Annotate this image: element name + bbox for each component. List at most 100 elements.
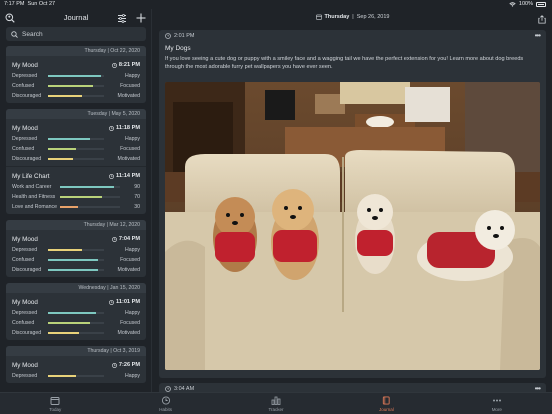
metric-row: Depressed Happy <box>12 372 140 379</box>
clock-icon <box>109 125 114 131</box>
plus-icon <box>136 13 146 23</box>
journal-entry-card[interactable]: 2:01 PM ••• My Dogs If you love seeing a… <box>159 30 546 378</box>
entry-list: Thursday | Oct 22, 2020 My Mood 8:21 PM … <box>6 46 146 389</box>
metric-bar <box>48 94 82 97</box>
journal-day-card[interactable]: Thursday | Mar 12, 2020 My Mood 7:04 PM … <box>6 220 146 277</box>
mood-entry[interactable]: My Mood 7:04 PM Depressed Happy Confused F… <box>6 230 146 277</box>
entry-detail-pane: Thursday | Sep 26, 2019 2:01 PM ••• My Dog… <box>153 9 552 397</box>
wifi-icon <box>509 1 516 7</box>
entry-title: My Life Chart <box>12 172 50 180</box>
metric-row: Depressed Happy <box>12 246 140 253</box>
metric-row: Confused Focused <box>12 256 140 263</box>
metric-row: Confused Focused <box>12 82 140 89</box>
entry-time: 11:14 PM <box>109 173 140 179</box>
search-input[interactable] <box>22 30 132 38</box>
metric-row: Confused Focused <box>12 145 140 152</box>
clock-icon <box>109 299 114 305</box>
status-bar: 7:17 PM Sun Oct 27 100% <box>0 0 552 9</box>
share-icon <box>538 15 546 24</box>
metric-bar <box>60 195 102 198</box>
metric-bar <box>48 321 90 324</box>
search-icon <box>11 30 18 38</box>
mood-entry[interactable]: My Mood 11:01 PM Depressed Happy Confused… <box>6 293 146 340</box>
metric-row: Depressed Happy <box>12 135 140 142</box>
metric-row: Discouraged Motivated <box>12 329 140 336</box>
sidebar-title: Journal <box>63 13 89 22</box>
entry-body: If you love seeing a cute dog or puppy w… <box>165 56 524 70</box>
dogs-on-couch-image <box>165 82 540 370</box>
metric-row: Depressed Happy <box>12 309 140 316</box>
tracker-icon <box>271 396 281 405</box>
metric-row: Depressed Happy <box>12 72 140 79</box>
entry-time: 8:21 PM <box>111 62 140 68</box>
metric-row: Work and Career 90 <box>12 183 140 190</box>
card-date: Tuesday | May 5, 2020 <box>6 109 146 119</box>
clock-icon <box>111 236 117 242</box>
entry-meta: 2:01 PM ••• <box>159 30 546 42</box>
clock-icon <box>165 33 171 39</box>
mood-entry[interactable]: My Mood 8:21 PM Depressed Happy Confused F… <box>6 56 146 103</box>
metric-row: Love and Romance 30 <box>12 203 140 210</box>
metric-row: Confused Focused <box>12 319 140 326</box>
mood-entry[interactable]: My Mood 11:18 PM Depressed Happy Confused… <box>6 119 146 166</box>
entry-time: 11:01 PM <box>109 299 140 305</box>
metric-row: Health and Fitness 70 <box>12 193 140 200</box>
date-header: Thursday | Sep 26, 2019 <box>153 9 552 25</box>
metric-bar <box>48 84 93 87</box>
journal-day-card[interactable]: Thursday | Oct 3, 2019 My Mood 7:26 PM D… <box>6 346 146 383</box>
metric-bar <box>48 258 99 261</box>
tab-more[interactable]: More <box>442 393 552 414</box>
entry-time: 7:26 PM <box>111 362 140 368</box>
journal-day-card[interactable]: Tuesday | May 5, 2020 My Mood 11:18 PM D… <box>6 109 146 214</box>
entry-title: My Mood <box>12 235 38 243</box>
entry-title: My Mood <box>12 298 38 306</box>
clock-icon <box>109 173 114 179</box>
more-options-icon[interactable]: ••• <box>535 32 541 40</box>
history-icon <box>161 396 170 405</box>
tab-bar: Today Habits Tracker Journal More <box>0 392 552 414</box>
metric-bar <box>60 185 114 188</box>
journal-icon <box>383 396 391 405</box>
clock-icon <box>111 62 117 68</box>
tab-journal[interactable]: Journal <box>331 393 441 414</box>
metric-bar <box>48 157 74 160</box>
today-icon <box>50 397 60 405</box>
clock-icon <box>111 362 117 368</box>
metric-bar <box>48 248 82 251</box>
journal-sidebar: Journal Thursday | Oct 22, 2020 My Mood … <box>0 9 152 392</box>
calendar-icon <box>315 14 322 20</box>
entry-title: My Mood <box>12 124 38 132</box>
metric-row: Discouraged Motivated <box>12 92 140 99</box>
journal-day-card[interactable]: Thursday | Oct 22, 2020 My Mood 8:21 PM … <box>6 46 146 103</box>
dogs-photo[interactable] <box>165 82 540 370</box>
card-date: Thursday | Mar 12, 2020 <box>6 220 146 230</box>
journal-day-card[interactable]: Wednesday | Jan 15, 2020 My Mood 11:01 P… <box>6 283 146 340</box>
tab-tracker[interactable]: Tracker <box>221 393 331 414</box>
entry-time: 7:04 PM <box>111 236 140 242</box>
metric-bar <box>48 268 99 271</box>
search-bar[interactable] <box>6 27 146 41</box>
mood-entry[interactable]: My Mood 7:26 PM Depressed Happy <box>6 356 146 383</box>
metric-bar <box>48 147 76 150</box>
card-date: Wednesday | Jan 15, 2020 <box>6 283 146 293</box>
tab-today[interactable]: Today <box>0 393 110 414</box>
metric-bar <box>48 137 90 140</box>
metric-bar <box>48 374 76 377</box>
metric-bar <box>48 74 102 77</box>
add-entry-button[interactable] <box>135 12 147 24</box>
entry-time: 11:18 PM <box>109 125 140 131</box>
battery-icon <box>536 1 546 7</box>
entry-title: My Mood <box>12 361 38 369</box>
metric-row: Discouraged Motivated <box>12 266 140 273</box>
tab-habits[interactable]: Habits <box>110 393 220 414</box>
share-button[interactable] <box>538 11 546 29</box>
more-icon <box>492 399 501 402</box>
entry-title: My Dogs <box>165 45 191 52</box>
life-chart-entry[interactable]: My Life Chart 11:14 PM Work and Career 90… <box>6 166 146 214</box>
metric-bar <box>48 331 79 334</box>
entry-title: My Mood <box>12 61 38 69</box>
metric-row: Discouraged Motivated <box>12 155 140 162</box>
filter-icon[interactable] <box>116 12 128 24</box>
metric-bar <box>60 205 78 208</box>
card-date: Thursday | Oct 22, 2020 <box>6 46 146 56</box>
